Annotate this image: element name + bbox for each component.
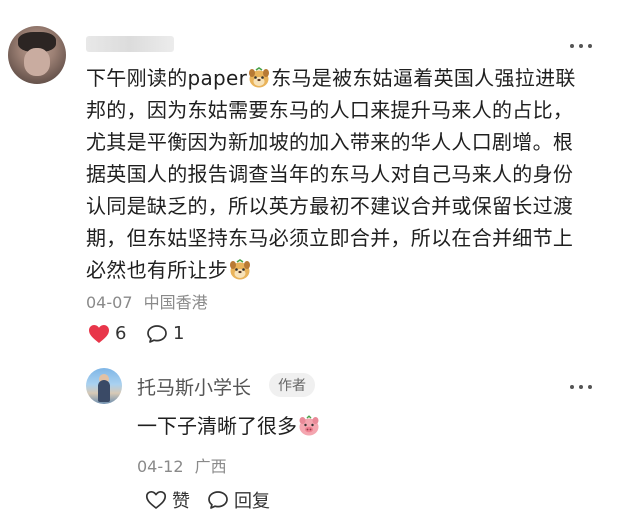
author-badge: 作者 <box>269 373 315 397</box>
comment-line: 邦的，因为东姑需要东马的人口来提升马来人的占比， <box>86 98 574 122</box>
comment-body: 下午刚读的paper 东马是被东姑逼着英国人强拉进联 邦的，因为东姑需要东马的人… <box>86 62 606 286</box>
comment-line: 尤其是平衡因为新加坡的加入带来的华人人口剧增。根 <box>86 130 574 154</box>
comment-bubble-icon <box>147 324 167 343</box>
comment-bubble-icon <box>208 491 228 509</box>
comment-line: 期，但东姑坚持东马必须立即合并，所以在合并细节上 <box>86 226 574 250</box>
comment-line: 据英国人的报告调查当年的东马人对自己马来人的身份 <box>86 162 574 186</box>
reply-reply-button[interactable]: 回复 <box>207 487 270 513</box>
reply-text: 一下子清晰了很多 <box>137 414 297 438</box>
avatar-blur-mosaic <box>24 48 50 76</box>
reply-like-label: 赞 <box>172 491 190 512</box>
reply-meta: 04-12 广西 <box>137 453 233 477</box>
reply-body: 一下子清晰了很多 <box>137 410 321 439</box>
heart-outline-icon <box>145 490 167 509</box>
commenter-avatar[interactable] <box>8 26 66 84</box>
comment-line: 认同是缺乏的，所以英方最初不建议合并或保留长过渡 <box>86 194 574 218</box>
pig-face-emoji-icon <box>299 415 319 436</box>
reply-author-avatar[interactable] <box>86 368 122 404</box>
more-options-icon[interactable] <box>570 41 592 51</box>
comment-meta: 04-07 中国香港 <box>86 289 214 313</box>
like-count: 6 <box>115 323 127 344</box>
reply-count: 1 <box>173 323 185 344</box>
reply-date: 04-12 <box>137 457 184 476</box>
dog-face-emoji-icon <box>230 259 251 280</box>
reply-like-button[interactable]: 赞 <box>145 487 190 513</box>
reply-more-options-icon[interactable] <box>570 382 592 392</box>
heart-filled-icon <box>89 324 109 343</box>
reply-count-button[interactable]: 1 <box>146 323 184 344</box>
commenter-name-blurred[interactable] <box>86 36 174 52</box>
reply-location: 广西 <box>194 457 227 476</box>
like-button[interactable]: 6 <box>88 323 126 344</box>
reply-reply-label: 回复 <box>234 491 270 512</box>
comment-line: 下午刚读的paper <box>86 66 248 90</box>
comment-line: 必然也有所让步 <box>86 258 229 282</box>
comment-line: 东马是被东姑逼着英国人强拉进联 <box>271 66 576 90</box>
reply-author-name[interactable]: 托马斯小学长 <box>137 373 251 400</box>
dog-face-emoji-icon <box>249 67 270 88</box>
comment-location: 中国香港 <box>143 293 208 312</box>
comment-date: 04-07 <box>86 293 133 312</box>
